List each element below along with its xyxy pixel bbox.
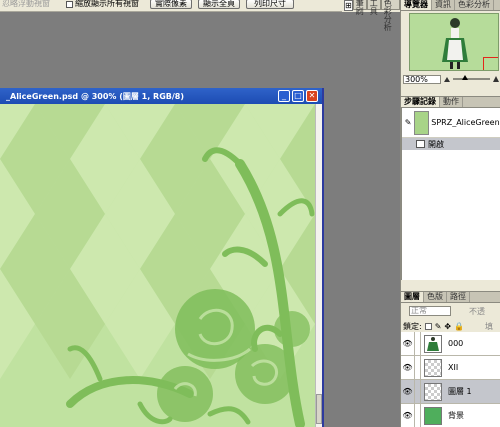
zoom-all-windows-checkbox[interactable]: 縮放顯示所有視窗 bbox=[66, 0, 139, 8]
layers-panel: 圖層 色版 路徑 正常 不透 鎖定: ✎ ✥ 🔒 填 👁 000 👁 XII 👁… bbox=[401, 291, 500, 427]
eye-icon[interactable]: 👁 bbox=[401, 356, 415, 379]
tab-channels[interactable]: 色版 bbox=[424, 292, 447, 302]
zoom-slider[interactable] bbox=[453, 75, 490, 80]
document-title-bar[interactable]: _AliceGreen.psd @ 300% (圖層 1, RGB/8) _ □… bbox=[0, 88, 322, 104]
navigator-tabs: 導覽器 資訊 色彩分析 bbox=[401, 0, 500, 11]
zoom-out-icon[interactable] bbox=[444, 76, 450, 82]
palette-well: ⊞ 筆刷 工具 色彩分析 bbox=[342, 0, 400, 32]
eye-icon[interactable]: 👁 bbox=[401, 380, 415, 403]
minimize-button[interactable]: _ bbox=[278, 90, 290, 102]
snapshot-label: SPRZ_AliceGreen.psd bbox=[431, 118, 500, 127]
lock-pixels-icon[interactable]: ✎ bbox=[435, 322, 442, 331]
snapshot-thumbnail bbox=[414, 110, 430, 135]
layer-row-selected[interactable]: 👁 圖層 1 bbox=[401, 380, 500, 404]
zoom-in-icon[interactable] bbox=[493, 76, 499, 82]
tab-layers[interactable]: 圖層 bbox=[401, 292, 424, 302]
scrollbar-thumb[interactable] bbox=[316, 394, 322, 424]
link-cell[interactable] bbox=[415, 356, 421, 379]
lock-position-icon[interactable]: ✥ bbox=[444, 322, 451, 331]
navigator-thumbnail[interactable] bbox=[409, 13, 499, 71]
link-cell[interactable] bbox=[415, 380, 421, 403]
zoom-slider-knob[interactable] bbox=[462, 75, 469, 80]
history-brush-icon[interactable]: ✎ bbox=[404, 118, 412, 128]
fit-on-screen-button[interactable]: 顯示全頁 bbox=[198, 0, 240, 9]
document-title: _AliceGreen.psd @ 300% (圖層 1, RGB/8) bbox=[6, 91, 185, 101]
opacity-label: 不透 bbox=[469, 307, 485, 316]
tab-actions[interactable]: 動作 bbox=[440, 97, 463, 107]
checkbox-box[interactable] bbox=[66, 0, 73, 8]
figure-thumbnail-icon bbox=[427, 336, 439, 351]
actual-pixels-button[interactable]: 實際像素 bbox=[150, 0, 192, 9]
layer-thumbnail bbox=[424, 358, 442, 377]
history-state-open[interactable]: 開啟 bbox=[402, 138, 500, 150]
layer-row[interactable]: 👁 000 bbox=[401, 332, 500, 356]
tab-info[interactable]: 資訊 bbox=[432, 0, 455, 10]
layer-name: 000 bbox=[448, 339, 464, 348]
right-panels: 導覽器 資訊 色彩分析 300% 步驟記錄 動作 ✎ SPRZ_AliceGre… bbox=[400, 0, 500, 427]
layer-row[interactable]: 👁 背景 bbox=[401, 404, 500, 427]
canvas-artwork bbox=[0, 104, 315, 427]
lock-transparency-icon[interactable] bbox=[424, 323, 432, 330]
fill-label: 填 bbox=[485, 322, 493, 331]
close-button[interactable]: ✕ bbox=[306, 90, 318, 102]
layer-thumbnail bbox=[424, 406, 442, 425]
palette-well-icon[interactable]: ⊞ bbox=[344, 0, 353, 11]
tab-histogram[interactable]: 色彩分析 bbox=[455, 0, 494, 10]
layer-row[interactable]: 👁 XII bbox=[401, 356, 500, 380]
open-state-icon bbox=[416, 140, 425, 148]
zoom-all-windows-label: 縮放顯示所有視窗 bbox=[75, 0, 139, 8]
layer-list: 👁 000 👁 XII 👁 圖層 1 👁 背景 bbox=[401, 332, 500, 427]
lock-all-icon[interactable]: 🔒 bbox=[454, 322, 464, 331]
vertical-scrollbar[interactable] bbox=[315, 104, 322, 427]
link-cell[interactable] bbox=[415, 332, 421, 355]
print-size-button[interactable]: 列印尺寸 bbox=[246, 0, 294, 9]
layer-thumbnail bbox=[424, 382, 442, 401]
eye-icon[interactable]: 👁 bbox=[401, 332, 415, 355]
blend-mode-select[interactable]: 正常 bbox=[409, 306, 451, 316]
history-state-label: 開啟 bbox=[428, 139, 444, 149]
link-cell[interactable] bbox=[415, 404, 421, 427]
document-window: _AliceGreen.psd @ 300% (圖層 1, RGB/8) _ □… bbox=[0, 88, 324, 427]
tab-paths[interactable]: 路徑 bbox=[447, 292, 470, 302]
lock-label: 鎖定: bbox=[403, 322, 422, 331]
ignore-palettes-label: 忍略浮動視窗 bbox=[2, 0, 50, 8]
eye-icon[interactable]: 👁 bbox=[401, 404, 415, 427]
navigator-zoom-row: 300% bbox=[403, 74, 499, 84]
layer-thumbnail bbox=[424, 334, 442, 353]
layers-tabs: 圖層 色版 路徑 bbox=[401, 292, 500, 303]
tab-history[interactable]: 步驟記錄 bbox=[401, 97, 440, 107]
palette-tab-color[interactable]: 色彩分析 bbox=[380, 0, 400, 32]
navigator-panel: 導覽器 資訊 色彩分析 300% bbox=[401, 0, 500, 86]
maximize-button[interactable]: □ bbox=[292, 90, 304, 102]
layer-name: 背景 bbox=[448, 411, 464, 420]
options-bar: 忍略浮動視窗 縮放顯示所有視窗 實際像素 顯示全頁 列印尺寸 bbox=[0, 0, 400, 12]
figure-thumbnail-icon bbox=[442, 18, 468, 69]
palette-tab-brushes[interactable]: 筆刷 bbox=[352, 0, 367, 16]
history-list: ✎ SPRZ_AliceGreen.psd 開啟 bbox=[401, 108, 500, 280]
zoom-input[interactable]: 300% bbox=[403, 74, 441, 84]
history-tabs: 步驟記錄 動作 bbox=[401, 97, 500, 108]
history-snapshot[interactable]: ✎ SPRZ_AliceGreen.psd bbox=[402, 108, 500, 138]
view-proxy-box[interactable] bbox=[483, 57, 498, 70]
history-panel: 步驟記錄 動作 ✎ SPRZ_AliceGreen.psd 開啟 bbox=[401, 96, 500, 288]
palette-tab-tools[interactable]: 工具 bbox=[366, 0, 381, 16]
document-canvas[interactable] bbox=[0, 104, 315, 427]
layer-name: XII bbox=[448, 363, 459, 372]
tab-navigator[interactable]: 導覽器 bbox=[401, 0, 432, 10]
layer-name: 圖層 1 bbox=[448, 387, 472, 396]
